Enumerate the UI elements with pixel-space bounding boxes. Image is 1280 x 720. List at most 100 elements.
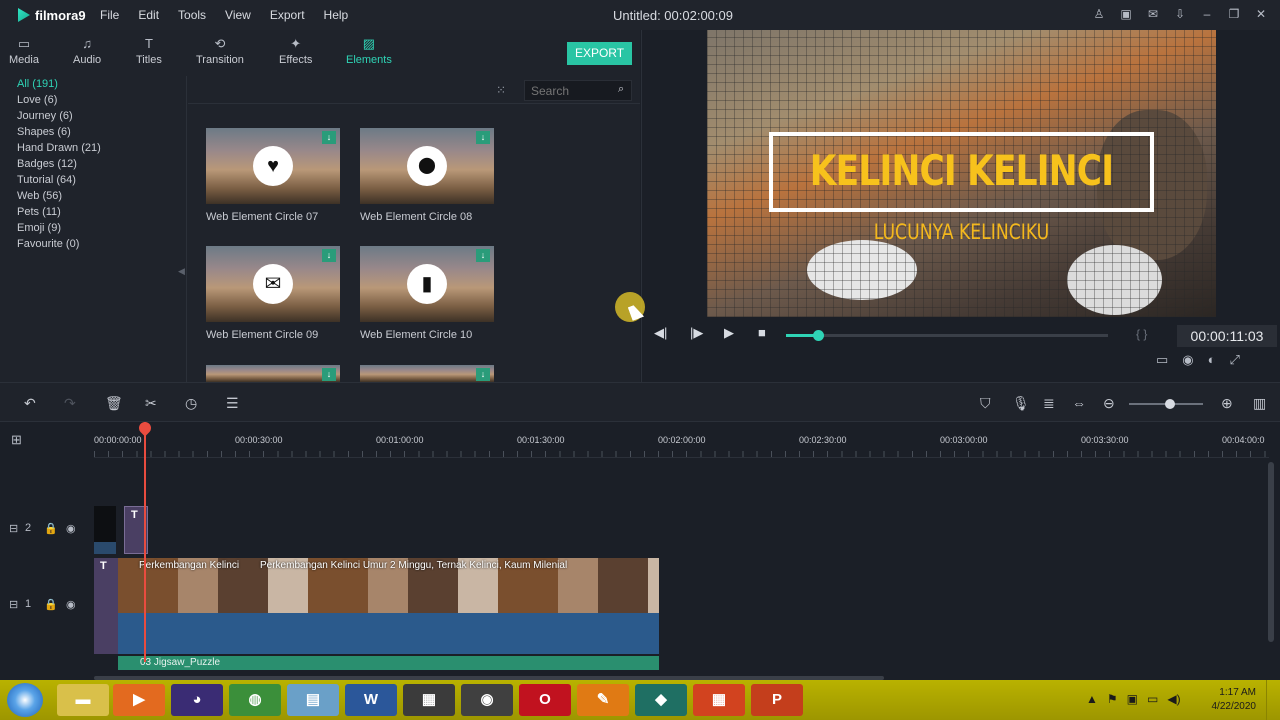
menu-export[interactable]: Export bbox=[270, 8, 305, 22]
progress-bar[interactable] bbox=[786, 330, 1108, 341]
mixer-icon[interactable]: ≣ bbox=[1043, 395, 1055, 412]
title-clip[interactable]: T bbox=[94, 558, 118, 654]
undo-icon[interactable]: ↶ bbox=[24, 395, 36, 412]
show-desktop-button[interactable] bbox=[1266, 680, 1280, 720]
files-icon[interactable]: ▤ bbox=[287, 684, 339, 716]
download-icon[interactable]: ↓ bbox=[476, 131, 490, 144]
category-shapes[interactable]: Shapes (6) bbox=[0, 124, 186, 140]
filmora-app-icon[interactable]: ◆ bbox=[635, 684, 687, 716]
firefox-icon[interactable]: ◕ bbox=[171, 684, 223, 716]
tab-elements[interactable]: ▨ Elements bbox=[346, 36, 392, 66]
stop-icon[interactable]: ■ bbox=[758, 325, 766, 340]
delete-icon[interactable]: 🗑 bbox=[105, 395, 123, 412]
tab-audio[interactable]: ♫ Audio bbox=[73, 36, 101, 66]
element-thumbnail[interactable]: ♥ ↓ bbox=[206, 128, 340, 204]
vertical-scrollbar[interactable] bbox=[1268, 462, 1274, 642]
previous-frame-icon[interactable]: ◀| bbox=[654, 325, 667, 341]
playhead[interactable] bbox=[144, 422, 146, 662]
tab-titles[interactable]: T Titles bbox=[136, 36, 162, 66]
grid-view-icon[interactable]: ⁙ bbox=[496, 83, 506, 97]
tray-volume-icon[interactable]: ◀) bbox=[1167, 692, 1180, 706]
mark-in-out-icon[interactable]: { } bbox=[1136, 327, 1147, 341]
tray-up-arrow-icon[interactable]: ▲ bbox=[1086, 692, 1098, 706]
panel-layout-icon[interactable]: ▥ bbox=[1253, 395, 1266, 412]
category-emoji[interactable]: Emoji (9) bbox=[0, 220, 186, 236]
sketch-app-icon[interactable]: ✎ bbox=[577, 684, 629, 716]
time-ruler[interactable]: 00:00:00:00 00:00:30:00 00:01:00:00 00:0… bbox=[94, 432, 1269, 458]
download-icon[interactable]: ↓ bbox=[476, 368, 490, 381]
fit-timeline-icon[interactable]: ⇔ bbox=[1072, 395, 1086, 411]
render-preview-icon[interactable]: ▭ bbox=[1156, 352, 1168, 368]
add-track-icon[interactable]: ⊞ bbox=[11, 432, 22, 448]
calendar-icon[interactable]: ▦ bbox=[403, 684, 455, 716]
zoom-in-icon[interactable]: ⊕ bbox=[1221, 395, 1233, 412]
start-button[interactable] bbox=[7, 683, 43, 717]
zoom-knob[interactable] bbox=[1164, 399, 1175, 409]
progress-knob[interactable] bbox=[812, 330, 824, 341]
media-player-icon[interactable]: ▶ bbox=[113, 684, 165, 716]
collapse-sidebar-icon[interactable]: ◀ bbox=[178, 266, 185, 277]
category-hand-drawn[interactable]: Hand Drawn (21) bbox=[0, 140, 186, 156]
eye-app-icon[interactable]: ◉ bbox=[461, 684, 513, 716]
cut-icon[interactable]: ✂ bbox=[145, 395, 157, 412]
powerpoint-icon[interactable]: P bbox=[751, 684, 803, 716]
marker-icon[interactable]: ⛉ bbox=[980, 395, 991, 412]
menu-help[interactable]: Help bbox=[324, 8, 349, 22]
file-explorer-icon[interactable]: ▬ bbox=[57, 684, 109, 716]
tab-transition[interactable]: ⟲ Transition bbox=[196, 36, 244, 66]
eye-icon[interactable]: ◉ bbox=[66, 522, 76, 535]
tray-flag-icon[interactable]: ⚑ bbox=[1107, 692, 1118, 706]
lock-icon[interactable]: 🔒 bbox=[44, 598, 58, 611]
element-thumbnail[interactable]: ▮ ↓ bbox=[360, 246, 494, 322]
video-audio-track[interactable] bbox=[118, 613, 659, 654]
fullscreen-icon[interactable]: ⤢ bbox=[1230, 352, 1240, 368]
save-icon[interactable]: ▣ bbox=[1119, 7, 1133, 21]
play-icon[interactable]: ▶ bbox=[724, 325, 734, 341]
music-clip[interactable]: 03 Jigsaw_Puzzle bbox=[118, 656, 659, 670]
export-button[interactable]: EXPORT bbox=[567, 42, 632, 65]
chrome-icon[interactable]: ◍ bbox=[229, 684, 281, 716]
download-icon[interactable]: ↓ bbox=[322, 131, 336, 144]
menu-tools[interactable]: Tools bbox=[178, 8, 206, 22]
tray-app-icon[interactable]: ▣ bbox=[1127, 692, 1138, 706]
element-thumbnail[interactable]: ↓ bbox=[360, 365, 494, 382]
menu-file[interactable]: File bbox=[100, 8, 119, 22]
category-web[interactable]: Web (56) bbox=[0, 188, 186, 204]
snapshot-icon[interactable]: ◉ bbox=[1182, 352, 1193, 368]
category-badges[interactable]: Badges (12) bbox=[0, 156, 186, 172]
element-thumbnail[interactable]: ⬤ ↓ bbox=[360, 128, 494, 204]
element-thumbnail[interactable]: ✉ ↓ bbox=[206, 246, 340, 322]
word-icon[interactable]: W bbox=[345, 684, 397, 716]
office-icon[interactable]: ▦ bbox=[693, 684, 745, 716]
category-love[interactable]: Love (6) bbox=[0, 92, 186, 108]
close-icon[interactable]: ✕ bbox=[1254, 7, 1268, 21]
opera-icon[interactable]: O bbox=[519, 684, 571, 716]
download-icon[interactable]: ↓ bbox=[322, 368, 336, 381]
download-icon[interactable]: ↓ bbox=[476, 249, 490, 262]
volume-icon[interactable]: ◐ bbox=[1208, 352, 1216, 368]
download-icon[interactable]: ⇩ bbox=[1173, 7, 1187, 21]
category-pets[interactable]: Pets (11) bbox=[0, 204, 186, 220]
maximize-icon[interactable]: ❐ bbox=[1227, 7, 1241, 21]
clock[interactable]: 1:17 AM 4/22/2020 bbox=[1196, 686, 1257, 714]
search-input[interactable] bbox=[524, 80, 632, 101]
element-thumbnail[interactable]: ↓ bbox=[206, 365, 340, 382]
timeline-clip[interactable] bbox=[94, 506, 116, 554]
play-frame-icon[interactable]: |▶ bbox=[690, 325, 703, 341]
download-icon[interactable]: ↓ bbox=[322, 249, 336, 262]
search-icon[interactable]: ⌕ bbox=[618, 83, 624, 96]
menu-edit[interactable]: Edit bbox=[138, 8, 159, 22]
minimize-icon[interactable]: – bbox=[1200, 7, 1214, 21]
lock-icon[interactable]: 🔒 bbox=[44, 522, 58, 535]
redo-icon[interactable]: ↷ bbox=[64, 395, 76, 412]
eye-icon[interactable]: ◉ bbox=[66, 598, 76, 611]
account-icon[interactable]: ♙ bbox=[1092, 7, 1106, 21]
zoom-out-icon[interactable]: ⊖ bbox=[1103, 395, 1115, 412]
mail-icon[interactable]: ✉ bbox=[1146, 7, 1160, 21]
zoom-slider[interactable] bbox=[1129, 399, 1203, 409]
category-all[interactable]: All (191) bbox=[0, 76, 186, 92]
tab-media[interactable]: ▭ Media bbox=[9, 36, 39, 66]
microphone-icon[interactable]: 🎙 bbox=[1012, 395, 1030, 412]
menu-view[interactable]: View bbox=[225, 8, 251, 22]
tab-effects[interactable]: ✦ Effects bbox=[279, 36, 312, 66]
